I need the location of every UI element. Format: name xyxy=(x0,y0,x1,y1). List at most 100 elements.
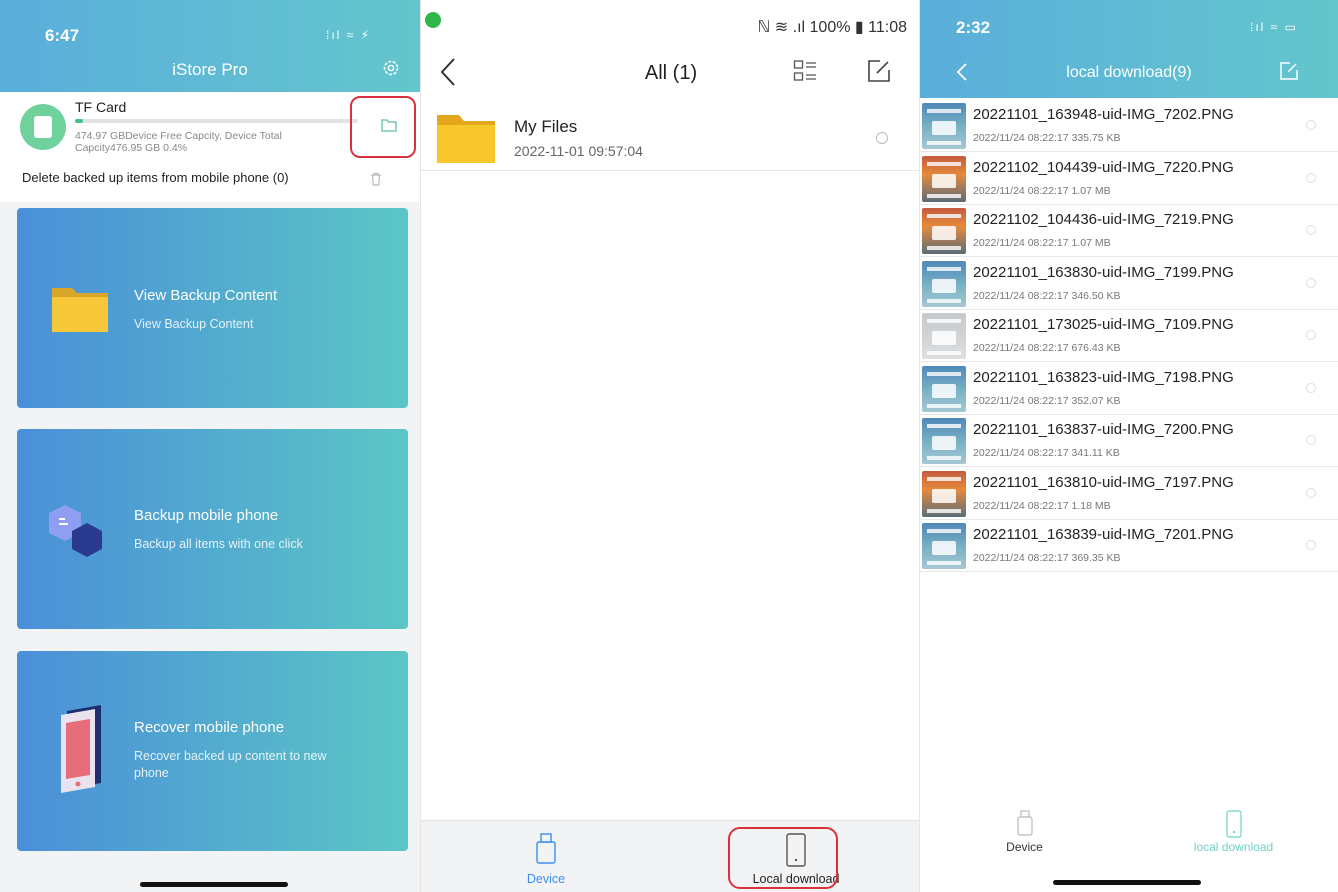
select-radio[interactable] xyxy=(1306,540,1316,550)
app-notification-icon xyxy=(425,12,441,28)
delete-backed-up-label[interactable]: Delete backed up items from mobile phone… xyxy=(22,170,289,185)
file-meta: 2022/11/24 08:22:17 346.50 KB xyxy=(973,289,1121,302)
select-radio[interactable] xyxy=(1306,225,1316,235)
folder-icon xyxy=(52,288,108,332)
tab-bar: Device Local download xyxy=(421,820,919,892)
istore-home-panel: 6:47 ⁞ıl ≈ ⚡ iStore Pro TF Card 474.97 G… xyxy=(0,0,420,892)
tab-device[interactable]: Device xyxy=(920,806,1129,856)
list-item[interactable]: 20221101_163823-uid-IMG_7198.PNG 2022/11/… xyxy=(920,362,1338,415)
card-title: Recover mobile phone xyxy=(134,719,285,736)
status-icons: ⁞ıl ≈ ⚡ xyxy=(326,28,372,42)
view-backup-card[interactable]: View Backup Content View Backup Content xyxy=(17,208,408,408)
file-name: 20221102_104436-uid-IMG_7219.PNG xyxy=(973,211,1234,228)
page-title: local download(9) xyxy=(1066,64,1192,81)
status-time: 2:32 xyxy=(956,18,991,37)
gear-icon[interactable] xyxy=(381,58,401,78)
storage-progress-bar xyxy=(75,119,358,123)
nav-bar: All (1) xyxy=(421,45,919,105)
select-radio[interactable] xyxy=(1306,120,1316,130)
select-radio[interactable] xyxy=(1306,435,1316,445)
file-name: 20221102_104439-uid-IMG_7220.PNG xyxy=(973,158,1234,176)
storage-description: 474.97 GBDevice Free Capcity, Device Tot… xyxy=(75,130,282,154)
card-subtitle: Recover backed up content to new phone xyxy=(134,749,327,780)
status-icons: ℕ ≋ .ıl 100% ▮ 11:08 xyxy=(757,19,907,36)
trash-icon[interactable] xyxy=(370,172,382,186)
list-item[interactable]: 20221101_163948-uid-IMG_7202.PNG 2022/11/… xyxy=(920,100,1338,152)
tab-device[interactable]: Device xyxy=(421,821,671,892)
file-meta: 2022/11/24 08:22:17 1.07 MB xyxy=(973,237,1111,249)
local-download-panel: 2:32 ⁞ıl ≈ ▭ local download(9) 20221101_… xyxy=(920,0,1338,892)
file-name: 20221101_173025-uid-IMG_7109.PNG xyxy=(973,316,1234,333)
select-radio[interactable] xyxy=(1306,330,1316,340)
list-item[interactable]: 20221101_163839-uid-IMG_7201.PNG 2022/11/… xyxy=(920,520,1338,572)
select-radio[interactable] xyxy=(1306,172,1316,183)
image-thumbnail xyxy=(922,103,966,149)
list-item[interactable]: 20221101_163830-uid-IMG_7199.PNG 2022/11/… xyxy=(920,257,1338,310)
list-item[interactable]: 20221101_163837-uid-IMG_7200.PNG 2022/11/… xyxy=(920,415,1338,467)
status-bar: ℕ ≋ .ıl 100% ▮ 11:08 xyxy=(421,0,919,45)
file-meta: 2022/11/24 08:22:17 369.35 KB xyxy=(973,552,1121,564)
tab-label: Device xyxy=(1006,840,1043,854)
list-item[interactable]: 20221102_104439-uid-IMG_7220.PNG 2022/11/… xyxy=(920,152,1338,205)
card-title: Backup mobile phone xyxy=(134,507,279,524)
backup-hexagon-icon xyxy=(49,505,102,557)
image-thumbnail xyxy=(922,418,966,464)
card-subtitle: Backup all items with one click xyxy=(134,537,303,551)
all-files-panel: ℕ ≋ .ıl 100% ▮ 11:08 All (1) My Files 20… xyxy=(420,0,920,892)
image-thumbnail xyxy=(922,365,966,412)
tf-card-row: TF Card 474.97 GBDevice Free Capcity, De… xyxy=(0,92,420,202)
home-indicator xyxy=(140,882,288,887)
file-name: 20221101_163823-uid-IMG_7198.PNG xyxy=(973,368,1234,386)
file-meta: 2022/11/24 08:22:17 1.07 MB xyxy=(973,184,1111,197)
highlight-box xyxy=(728,827,838,889)
status-time: 6:47 xyxy=(45,26,80,45)
list-item[interactable]: 20221101_163810-uid-IMG_7197.PNG 2022/11/… xyxy=(920,467,1338,520)
home-indicator xyxy=(1053,880,1201,885)
page-title: All (1) xyxy=(644,62,698,84)
file-name: My Files xyxy=(514,117,578,136)
select-radio[interactable] xyxy=(1306,277,1316,288)
app-header: 2:32 ⁞ıl ≈ ▭ local download(9) xyxy=(920,0,1338,98)
usb-drive-icon xyxy=(1017,810,1033,836)
edit-icon[interactable] xyxy=(867,59,891,83)
file-meta: 2022/11/24 08:22:17 1.18 MB xyxy=(973,499,1111,512)
image-thumbnail xyxy=(922,470,966,517)
file-date: 2022-11-01 09:57:04 xyxy=(514,143,643,159)
card-subtitle: View Backup Content xyxy=(134,317,254,331)
recover-phone-card[interactable]: Recover mobile phone Recover backed up c… xyxy=(17,651,408,851)
open-folder-button[interactable] xyxy=(350,96,416,158)
phone-icon xyxy=(61,705,101,793)
sd-card-icon xyxy=(20,104,66,150)
select-radio[interactable] xyxy=(1306,487,1316,498)
app-header: 6:47 ⁞ıl ≈ ⚡ iStore Pro xyxy=(0,0,420,92)
file-meta: 2022/11/24 08:22:17 676.43 KB xyxy=(973,342,1121,354)
file-meta: 2022/11/24 08:22:17 335.75 KB xyxy=(973,132,1121,144)
phone-icon xyxy=(1226,810,1242,838)
image-thumbnail xyxy=(922,155,966,202)
image-thumbnail xyxy=(922,523,966,569)
edit-icon[interactable] xyxy=(1280,62,1298,80)
select-radio[interactable] xyxy=(1306,382,1316,393)
list-item[interactable]: 20221101_173025-uid-IMG_7109.PNG 2022/11/… xyxy=(920,310,1338,362)
list-item[interactable]: 20221102_104436-uid-IMG_7219.PNG 2022/11/… xyxy=(920,205,1338,257)
file-name: 20221101_163948-uid-IMG_7202.PNG xyxy=(973,106,1234,123)
tab-label: local download xyxy=(1193,840,1274,854)
card-title: View Backup Content xyxy=(134,287,278,304)
file-name: 20221101_163837-uid-IMG_7200.PNG xyxy=(973,421,1234,438)
select-radio[interactable] xyxy=(876,132,888,144)
list-view-icon[interactable] xyxy=(793,59,817,83)
file-name: 20221101_163839-uid-IMG_7201.PNG xyxy=(973,526,1234,543)
tab-label: Device xyxy=(526,872,566,886)
backup-phone-card[interactable]: Backup mobile phone Backup all items wit… xyxy=(17,429,408,629)
tf-card-name: TF Card xyxy=(75,99,127,115)
image-thumbnail xyxy=(922,313,966,359)
file-meta: 2022/11/24 08:22:17 341.11 KB xyxy=(973,447,1120,459)
tab-local-download[interactable]: local download xyxy=(1129,806,1338,856)
file-row[interactable]: My Files 2022-11-01 09:57:04 xyxy=(421,105,919,171)
folder-icon xyxy=(381,119,397,132)
file-meta: 2022/11/24 08:22:17 352.07 KB xyxy=(973,394,1121,407)
image-thumbnail xyxy=(922,260,966,307)
file-name: 20221101_163830-uid-IMG_7199.PNG xyxy=(973,263,1234,281)
image-thumbnail xyxy=(922,208,966,254)
page-title: iStore Pro xyxy=(172,60,248,79)
